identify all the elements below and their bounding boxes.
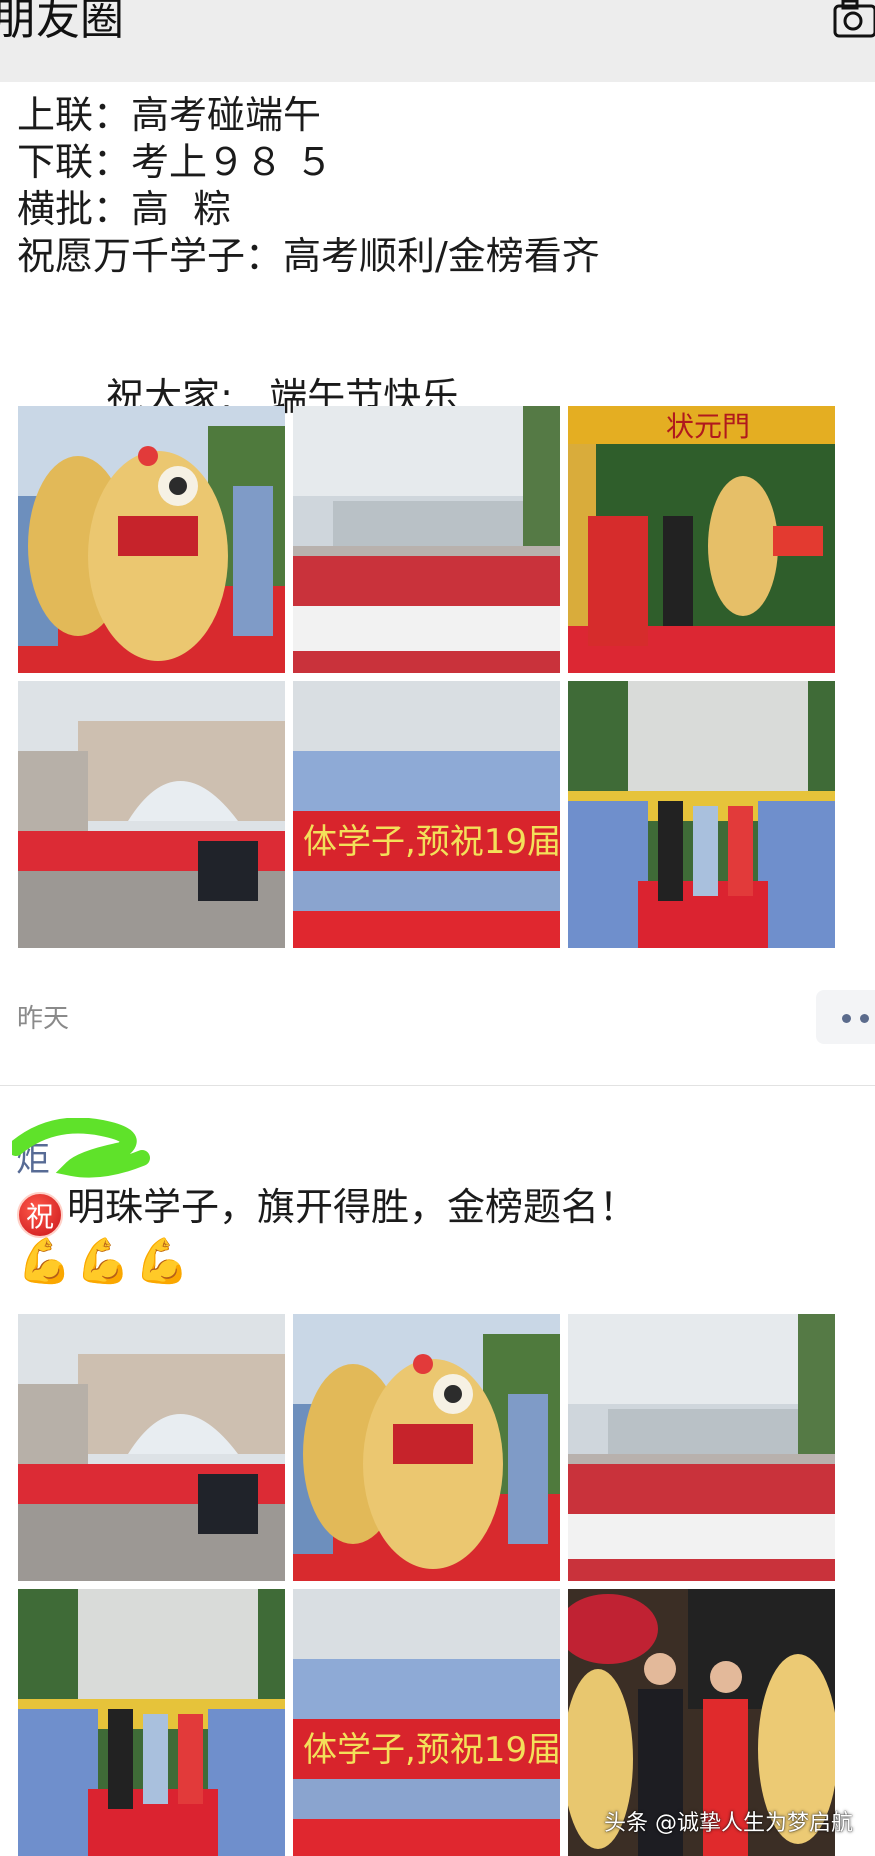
photo-marching-band[interactable] [293, 406, 560, 673]
moments-header: 朋友圈 [0, 0, 875, 82]
more-dots-icon[interactable] [816, 990, 875, 1044]
couplet-line-4: 祝愿万千学子：高考顺利/金榜看齐 [17, 234, 600, 278]
photo-red-carpet-walk[interactable] [18, 1589, 285, 1856]
photo-school-arch[interactable] [18, 1314, 285, 1581]
photo-champion-gate[interactable] [568, 406, 835, 673]
zhu-badge-icon: 祝 [17, 1192, 63, 1238]
redaction-scribble [12, 1118, 150, 1178]
post-2-author[interactable]: 炬 [12, 1118, 152, 1180]
post-2-message: 明珠学子，旗开得胜，金榜题名！ [67, 1185, 638, 1229]
post-1-photo-grid [18, 406, 835, 948]
post-2-text: 祝明珠学子，旗开得胜，金榜题名！ [17, 1182, 637, 1238]
page-title: 朋友圈 [0, 0, 124, 45]
photo-red-carpet-walk[interactable] [568, 681, 835, 948]
photo-student-banner[interactable] [293, 681, 560, 948]
photo-marching-band[interactable] [568, 1314, 835, 1581]
post-1-text: 上联：高考碰端午 下联：考上９８ ５ 横批：高 粽 祝愿万千学子：高考顺利/金榜… [17, 92, 857, 280]
post-1-timestamp: 昨天 [17, 1004, 70, 1034]
photo-student-banner[interactable] [293, 1589, 560, 1856]
photo-lion-dance[interactable] [18, 406, 285, 673]
post-2-photo-grid [18, 1314, 835, 1856]
couplet-line-2: 下联：考上９８ ５ [17, 140, 334, 184]
flexed-biceps-icon: 💪 [134, 1236, 194, 1287]
source-watermark: 头条 @诚挚人生为梦启航 [604, 1811, 853, 1836]
post-divider [0, 1085, 875, 1086]
flexed-biceps-icon: 💪 [17, 1236, 76, 1287]
flexed-biceps-icon: 💪 [75, 1236, 135, 1287]
photo-lion-dance[interactable] [293, 1314, 560, 1581]
couplet-line-3: 横批：高 粽 [17, 187, 232, 231]
emoji-row: 💪💪💪 [17, 1236, 193, 1288]
photo-school-arch[interactable] [18, 681, 285, 948]
camera-icon[interactable] [829, 0, 875, 42]
couplet-line-1: 上联：高考碰端午 [17, 93, 322, 137]
